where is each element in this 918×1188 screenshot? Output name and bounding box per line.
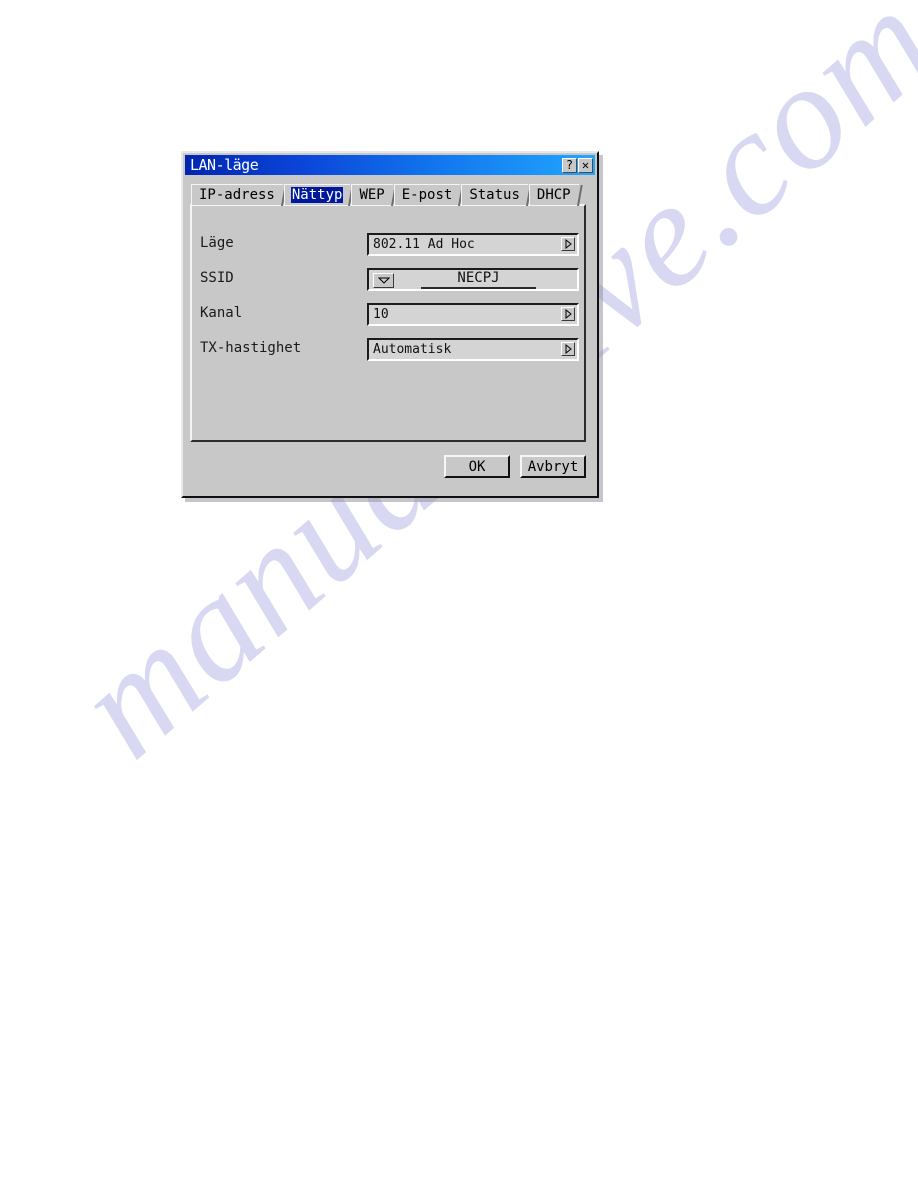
tx-hastighet-value: Automatisk <box>373 341 452 357</box>
tab-dhcp[interactable]: DHCP <box>528 184 579 205</box>
tab-ip-adress[interactable]: IP-adress <box>191 184 283 205</box>
tab-label: Nättyp <box>290 187 344 203</box>
spin-right-arrow-icon[interactable] <box>561 307 575 321</box>
ssid-value: NECPJ <box>421 271 536 289</box>
lage-value: 802.11 Ad Hoc <box>373 236 475 252</box>
ok-button[interactable]: OK <box>444 455 510 478</box>
spin-right-arrow-icon[interactable] <box>561 342 575 356</box>
form-row-kanal: Kanal 10 <box>192 303 584 327</box>
tab-wep[interactable]: WEP <box>351 184 393 205</box>
tab-label: E-post <box>401 187 453 203</box>
chevron-down-icon[interactable] <box>373 273 394 288</box>
label-lage: Läge <box>200 235 234 251</box>
spin-right-arrow-icon[interactable] <box>561 237 575 251</box>
dialog-title: LAN-läge <box>190 156 259 174</box>
tab-label: DHCP <box>536 187 571 203</box>
tab-panel-nattyp: Läge 802.11 Ad Hoc SSID NECPJ Kanal 10 T… <box>190 204 586 442</box>
kanal-value: 10 <box>373 306 389 322</box>
ssid-field[interactable]: NECPJ <box>367 268 579 291</box>
label-ssid: SSID <box>200 270 234 286</box>
tab-status[interactable]: Status <box>461 184 528 205</box>
dialog-footer: OK Avbryt <box>190 449 586 489</box>
tab-label: IP-adress <box>199 187 275 203</box>
dialog-titlebar: LAN-läge ? ✕ <box>185 155 595 175</box>
form-row-lage: Läge 802.11 Ad Hoc <box>192 233 584 257</box>
help-icon[interactable]: ? <box>562 157 577 173</box>
lage-combo[interactable]: 802.11 Ad Hoc <box>367 233 579 256</box>
tab-strip: IP-adress Nättyp WEP E-post Status DHCP <box>191 183 580 205</box>
close-icon[interactable]: ✕ <box>578 157 593 173</box>
tab-e-post[interactable]: E-post <box>393 184 461 205</box>
label-tx-hastighet: TX-hastighet <box>200 340 302 356</box>
tab-label: Status <box>469 187 520 203</box>
tab-nattyp[interactable]: Nättyp <box>283 184 351 205</box>
form-row-tx-hastighet: TX-hastighet Automatisk <box>192 338 584 362</box>
tx-hastighet-combo[interactable]: Automatisk <box>367 338 579 361</box>
titlebar-buttons: ? ✕ <box>562 157 595 173</box>
tab-label: WEP <box>359 187 385 203</box>
label-kanal: Kanal <box>200 305 243 321</box>
lan-mode-dialog: LAN-läge ? ✕ IP-adress Nättyp WEP E-post… <box>181 151 599 498</box>
kanal-combo[interactable]: 10 <box>367 303 579 326</box>
form-row-ssid: SSID NECPJ <box>192 268 584 292</box>
cancel-button[interactable]: Avbryt <box>520 455 586 478</box>
